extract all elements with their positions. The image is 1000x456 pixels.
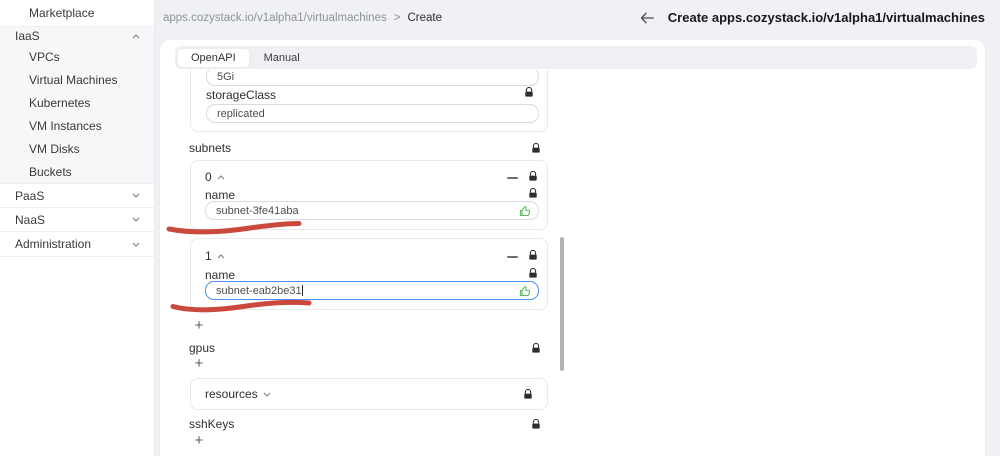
add-gpu-button[interactable]: +: [190, 354, 208, 372]
subnet-1-header[interactable]: 1: [205, 249, 225, 263]
sidebar-item-vm-instances[interactable]: VM Instances: [0, 114, 154, 137]
resources-card[interactable]: resources: [190, 378, 548, 410]
subnet-1-name-value: subnet-eab2be31: [216, 284, 302, 297]
lock-icon: [531, 342, 541, 354]
page-title: Create apps.cozystack.io/v1alpha1/virtua…: [667, 10, 985, 25]
remove-item-button[interactable]: [507, 177, 518, 179]
form-scrollbar-thumb[interactable]: [560, 237, 564, 371]
tab-openapi[interactable]: OpenAPI: [178, 48, 249, 67]
lock-icon: [524, 87, 534, 98]
sidebar-item-marketplace[interactable]: Marketplace: [0, 0, 154, 27]
subnet-item-0-card: 0 name subnet-3fe41aba: [190, 160, 548, 230]
sidebar: Marketplace IaaS VPCs Virtual Machines Kub…: [0, 0, 155, 456]
lock-icon: [528, 250, 538, 261]
sshkeys-label-row: sshKeys: [189, 417, 541, 431]
form-scroll-area[interactable]: 5Gi storageClass replicated subnets 0 na…: [160, 70, 560, 456]
chevron-down-icon: [263, 392, 271, 397]
chevron-up-icon: [217, 253, 225, 259]
subnet-index: 0: [205, 170, 212, 184]
storageclass-label: storageClass: [206, 88, 277, 102]
sidebar-item-buckets[interactable]: Buckets: [0, 160, 154, 183]
chevron-up-icon: [217, 174, 225, 180]
lock-icon: [528, 268, 538, 279]
storageclass-value: replicated: [217, 107, 265, 120]
chevron-down-icon: [132, 193, 140, 198]
sidebar-section-iaas[interactable]: IaaS: [0, 27, 154, 45]
sidebar-section-administration[interactable]: Administration: [0, 232, 154, 257]
sidebar-section-label: Administration: [15, 237, 92, 251]
breadcrumb-path[interactable]: apps.cozystack.io/v1alpha1/virtualmachin…: [163, 12, 387, 24]
back-arrow-icon[interactable]: [640, 12, 654, 24]
breadcrumb-separator: >: [393, 12, 401, 24]
name-label: name: [205, 188, 236, 202]
lock-icon: [531, 418, 541, 430]
subnet-item-1-card: 1 name subnet-eab2be31: [190, 238, 548, 310]
remove-item-button[interactable]: [507, 256, 518, 258]
screen: Marketplace IaaS VPCs Virtual Machines Kub…: [0, 0, 1000, 456]
breadcrumb-current: Create: [407, 12, 442, 24]
resources-label: resources: [205, 387, 258, 401]
sidebar-group-iaas: IaaS VPCs Virtual Machines Kubernetes VM In…: [0, 27, 154, 184]
sshkeys-label: sshKeys: [189, 417, 235, 431]
sidebar-item-vm-disks[interactable]: VM Disks: [0, 137, 154, 160]
chevron-down-icon: [132, 217, 140, 222]
name-label: name: [205, 268, 236, 282]
page-header: Create apps.cozystack.io/v1alpha1/virtua…: [640, 10, 985, 25]
thumbs-up-icon[interactable]: [519, 205, 531, 217]
sidebar-item-virtual-machines[interactable]: Virtual Machines: [0, 68, 154, 91]
tab-bar: OpenAPI Manual: [175, 46, 977, 69]
create-form-card: OpenAPI Manual 5Gi storageClass replicat…: [160, 40, 985, 456]
sidebar-item-vpcs[interactable]: VPCs: [0, 45, 154, 68]
breadcrumb: apps.cozystack.io/v1alpha1/virtualmachin…: [163, 12, 442, 24]
lock-icon: [531, 142, 541, 154]
sidebar-section-naas[interactable]: NaaS: [0, 208, 154, 232]
chevron-up-icon: [132, 33, 140, 39]
add-subnet-button[interactable]: +: [190, 316, 208, 334]
sidebar-section-label: IaaS: [15, 29, 40, 43]
text-cursor: [301, 285, 303, 296]
sidebar-item-label: Marketplace: [29, 6, 95, 20]
lock-icon: [528, 188, 538, 199]
lock-icon: [528, 171, 538, 182]
subnet-1-name-input[interactable]: subnet-eab2be31: [205, 281, 539, 300]
tab-manual[interactable]: Manual: [249, 52, 315, 64]
chevron-down-icon: [132, 242, 140, 247]
sidebar-section-label: PaaS: [15, 188, 45, 203]
subnet-index: 1: [205, 249, 212, 263]
tab-label: OpenAPI: [191, 51, 236, 64]
storageclass-input[interactable]: replicated: [206, 104, 539, 123]
add-sshkey-button[interactable]: +: [190, 431, 208, 449]
subnets-label: subnets: [189, 141, 232, 155]
tab-label: Manual: [263, 51, 300, 64]
subnet-0-name-input[interactable]: subnet-3fe41aba: [205, 201, 539, 220]
systemdisk-card: 5Gi storageClass replicated: [190, 70, 548, 132]
storage-input[interactable]: 5Gi: [206, 70, 539, 86]
subnet-0-header[interactable]: 0: [205, 170, 225, 184]
gpus-label: gpus: [189, 341, 216, 355]
storage-value: 5Gi: [217, 70, 235, 83]
gpus-label-row: gpus: [189, 341, 541, 355]
sidebar-section-label: NaaS: [15, 212, 46, 227]
sidebar-item-kubernetes[interactable]: Kubernetes: [0, 91, 154, 114]
thumbs-up-icon[interactable]: [519, 285, 531, 297]
subnets-label-row: subnets: [189, 141, 541, 155]
sidebar-section-paas[interactable]: PaaS: [0, 184, 154, 208]
subnet-0-name-value: subnet-3fe41aba: [216, 204, 299, 217]
sidebar-iaas-children: VPCs Virtual Machines Kubernetes VM Instanc…: [0, 45, 154, 183]
lock-icon: [523, 388, 533, 400]
